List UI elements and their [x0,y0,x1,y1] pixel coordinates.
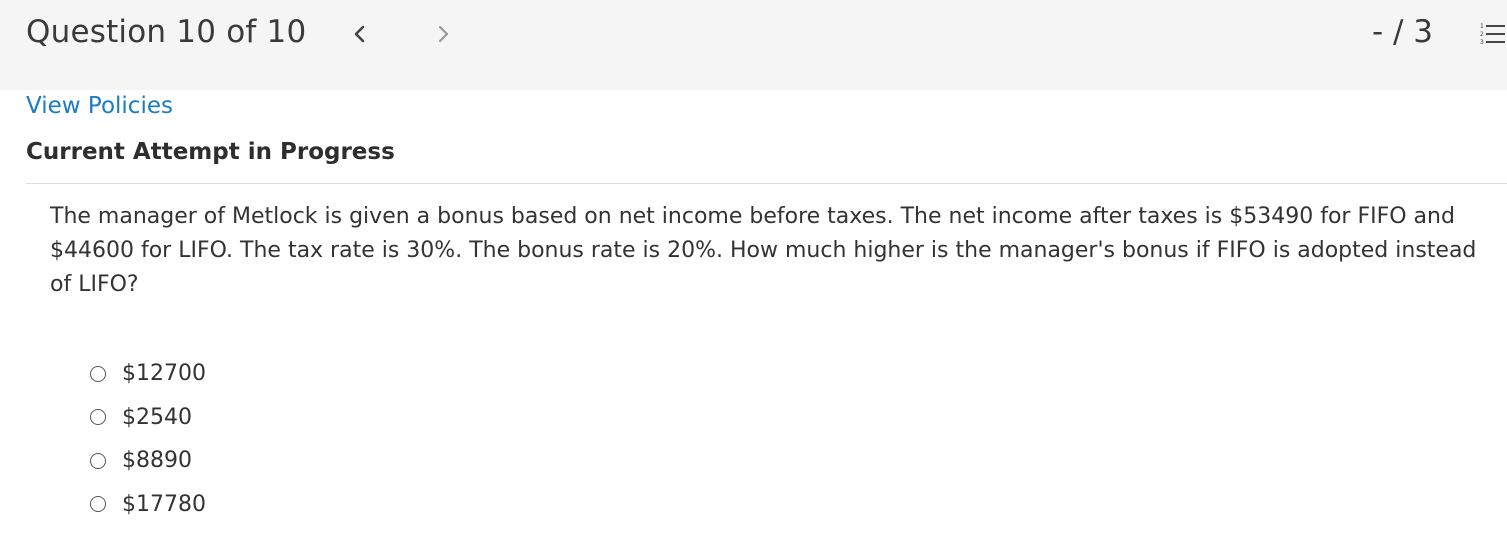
chevron-left-icon [354,25,365,43]
answer-option[interactable]: $2540 [90,396,206,440]
radio-button[interactable] [90,496,106,513]
radio-button[interactable] [90,452,106,469]
question-list-button[interactable]: 1 2 3 [1478,20,1507,50]
radio-button[interactable] [90,365,106,382]
svg-text:2: 2 [1480,31,1484,38]
answer-option[interactable]: $17780 [90,483,206,527]
score-display: - / 3 [1371,14,1433,50]
previous-question-button[interactable] [344,18,374,50]
chevron-right-icon [438,25,449,43]
answer-option[interactable]: $12700 [90,352,206,396]
question-text: The manager of Metlock is given a bonus … [50,204,1477,297]
radio-button[interactable] [90,409,106,426]
attempt-status: Current Attempt in Progress [26,139,395,165]
answer-option[interactable]: $8890 [90,439,206,483]
question-box: The manager of Metlock is given a bonus … [26,184,1507,552]
answer-options: $12700 $2540 $8890 $17780 [90,352,206,526]
answer-option-label: $2540 [122,404,192,430]
question-content: View Policies Current Attempt in Progres… [0,90,1507,552]
svg-text:3: 3 [1480,39,1484,46]
answer-option-label: $12700 [122,361,206,387]
answer-option-label: $17780 [122,491,206,517]
quiz-page: Question 10 of 10 - / 3 1 2 3 View Polic [0,0,1507,552]
next-question-button[interactable] [429,18,459,50]
answer-option-label: $8890 [122,448,192,474]
numbered-list-icon: 1 2 3 [1480,23,1505,46]
view-policies-link[interactable]: View Policies [26,93,173,119]
question-counter: Question 10 of 10 [26,14,307,50]
svg-text:1: 1 [1480,23,1484,30]
question-header: Question 10 of 10 - / 3 1 2 3 [0,0,1507,90]
